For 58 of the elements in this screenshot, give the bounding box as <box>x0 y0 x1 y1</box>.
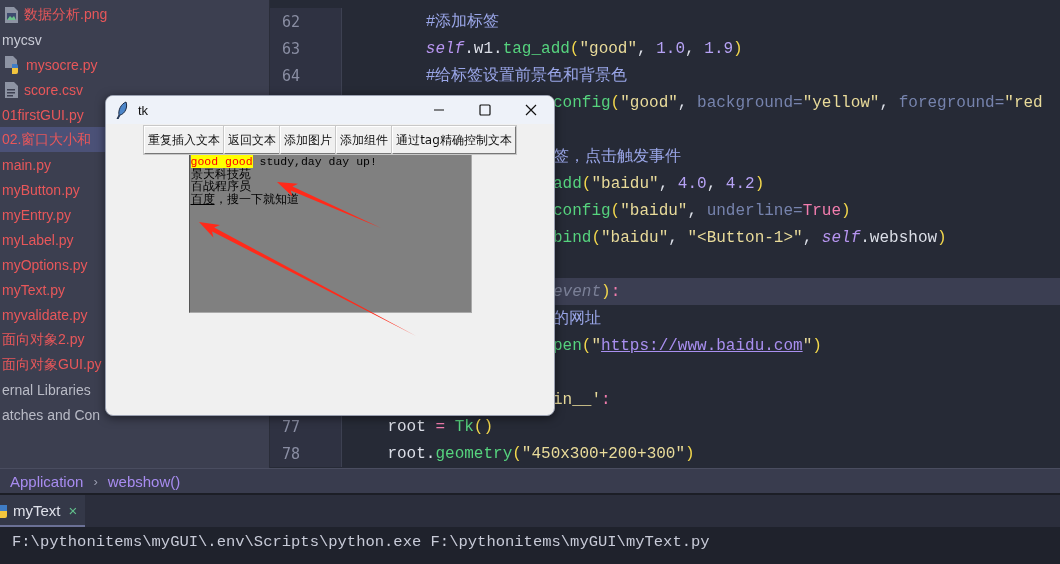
file-name[interactable]: mycsv <box>2 31 42 48</box>
file-name[interactable]: ernal Libraries <box>2 381 91 398</box>
code-line: add("baidu", 4.0, 4.2) <box>553 174 765 193</box>
text-line: good good study,day day up! <box>190 156 377 169</box>
file-name[interactable]: 面向对象GUI.py <box>2 355 102 374</box>
code-line: config("baidu", underline=True) <box>553 201 851 220</box>
breadcrumb-separator: › <box>93 473 98 489</box>
code-line: in__': <box>553 390 611 409</box>
text-line: 景天科技苑 <box>190 168 251 181</box>
close-icon <box>525 104 537 116</box>
code-line: config("good", background="yellow", foreground="red <box>553 93 1043 112</box>
tab-label: myText <box>13 501 61 519</box>
image-file-icon <box>4 6 18 23</box>
console-output: F:\pythonitems\myGUI\.env\Scripts\python.exe F:\pythonitems\myGUI\myText.py <box>12 533 711 551</box>
text-widget[interactable]: good good study,day day up! 景天科技苑 百战程序员 百度，搜一下就知道 <box>188 154 472 313</box>
file-name[interactable]: myText.py <box>2 281 65 298</box>
code-line: #添加标签 <box>424 12 500 32</box>
breadcrumb-item[interactable]: Application <box>10 472 84 490</box>
window-title: tk <box>138 102 149 118</box>
file-name[interactable]: 面向对象2.py <box>2 330 85 349</box>
code-line: self.w1.tag_add("good", 1.0, 1.9) <box>424 39 743 58</box>
file-name[interactable]: main.py <box>2 156 52 173</box>
file-name[interactable]: atches and Con <box>2 406 101 423</box>
run-tab[interactable]: myText × <box>0 495 86 527</box>
tk-button[interactable]: 通过tag精确控制文本 <box>392 126 516 154</box>
line-number: 63 <box>282 39 301 58</box>
tk-button[interactable]: 重复插入文本 <box>144 126 225 154</box>
maximize-icon <box>479 104 491 116</box>
close-icon[interactable]: × <box>68 501 78 519</box>
feather-icon <box>116 101 128 119</box>
line-number: 77 <box>282 417 301 436</box>
python-file-icon <box>4 55 20 74</box>
line-number: 78 <box>282 444 301 463</box>
file-name[interactable]: 01firstGUI.py <box>2 106 84 123</box>
tk-button[interactable]: 添加组件 <box>336 126 393 154</box>
tk-button[interactable]: 添加图片 <box>280 126 337 154</box>
file-name[interactable]: myOptions.py <box>2 256 88 273</box>
line-number: 62 <box>282 12 301 31</box>
tree-item-selected[interactable]: 02.窗口大小和 <box>0 127 105 152</box>
line-number: 64 <box>282 66 301 85</box>
text-line: 百度，搜一下就知道 <box>190 193 299 206</box>
breadcrumb-item[interactable]: webshow() <box>107 472 181 490</box>
file-name[interactable]: myButton.py <box>2 181 80 198</box>
file-name[interactable]: myLabel.py <box>2 231 74 248</box>
code-line: event): <box>553 282 621 301</box>
code-line: root = Tk() <box>386 417 494 436</box>
code-line: #给标签设置前景色和背景色 <box>424 65 628 86</box>
python-icon <box>0 502 9 518</box>
file-name[interactable]: mysocre.py <box>26 56 98 73</box>
file-name[interactable]: myEntry.py <box>2 206 71 223</box>
file-name[interactable]: myvalidate.py <box>2 306 88 323</box>
code-line: root.geometry("450x300+200+300") <box>386 444 695 463</box>
file-name[interactable]: 数据分析.png <box>24 5 108 24</box>
file-name[interactable]: 02.窗口大小和 <box>2 130 92 149</box>
tk-button[interactable]: 返回文本 <box>224 126 281 154</box>
file-name[interactable]: score.csv <box>24 81 84 98</box>
text-line: 百战程序员 <box>190 181 251 193</box>
text-file-icon <box>4 81 18 98</box>
